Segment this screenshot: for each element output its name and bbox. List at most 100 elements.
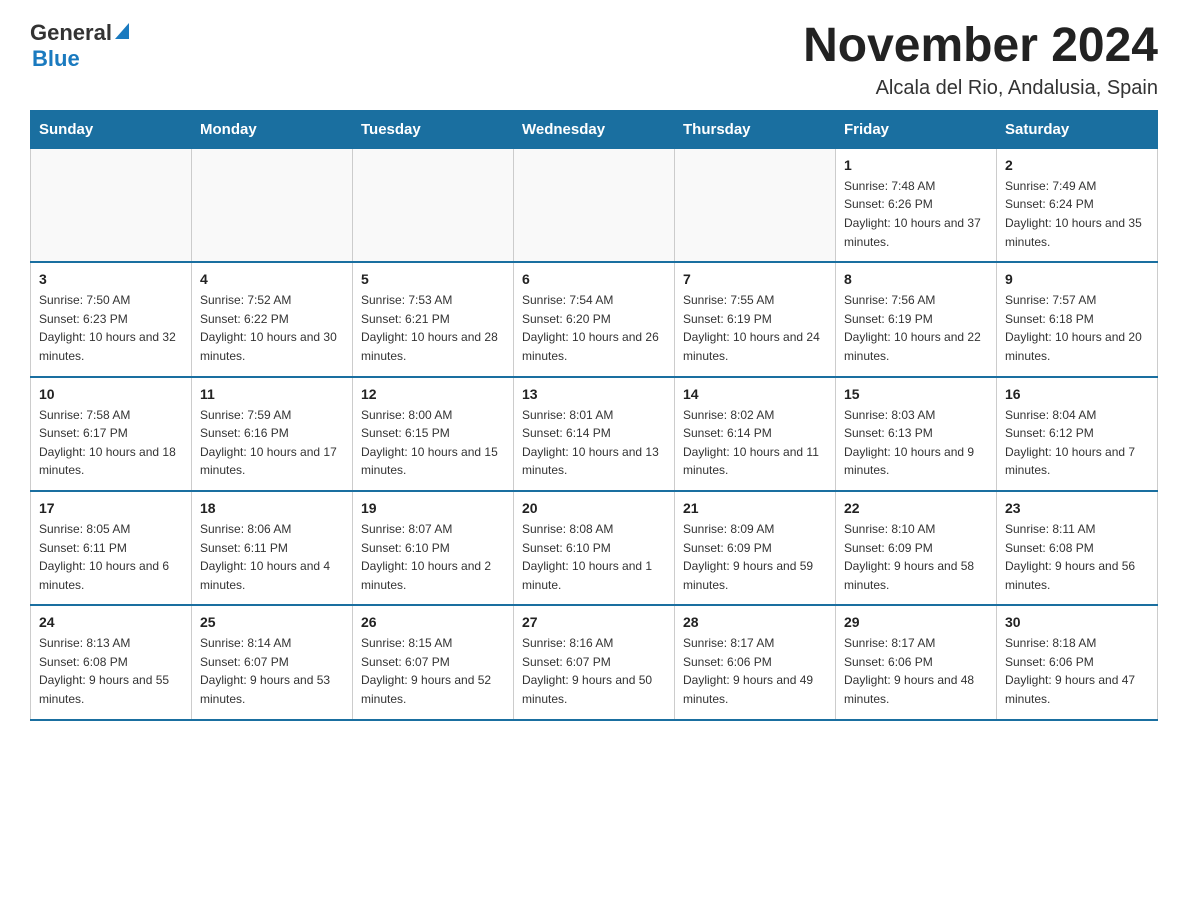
day-number: 29 [844, 614, 988, 630]
day-info: Sunrise: 7:48 AM Sunset: 6:26 PM Dayligh… [844, 177, 988, 251]
calendar-header-sunday: Sunday [31, 110, 192, 148]
calendar-day-cell: 22 Sunrise: 8:10 AM Sunset: 6:09 PM Dayli… [836, 491, 997, 605]
calendar-day-cell: 8 Sunrise: 7:56 AM Sunset: 6:19 PM Daylig… [836, 262, 997, 376]
day-number: 22 [844, 500, 988, 516]
day-info: Sunrise: 8:04 AM Sunset: 6:12 PM Dayligh… [1005, 406, 1149, 480]
calendar-day-cell: 11Sunrise: 7:59 AM Sunset: 6:16 PM Dayli… [192, 377, 353, 491]
day-info: Sunrise: 8:02 AM Sunset: 6:14 PM Dayligh… [683, 406, 827, 480]
day-number: 21 [683, 500, 827, 516]
calendar-header-friday: Friday [836, 110, 997, 148]
calendar-day-cell [31, 148, 192, 262]
day-number: 3 [39, 271, 183, 287]
day-info: Sunrise: 8:15 AM Sunset: 6:07 PM Dayligh… [361, 634, 505, 708]
day-info: Sunrise: 7:50 AM Sunset: 6:23 PM Dayligh… [39, 291, 183, 365]
day-info: Sunrise: 7:54 AM Sunset: 6:20 PM Dayligh… [522, 291, 666, 365]
day-info: Sunrise: 8:05 AM Sunset: 6:11 PM Dayligh… [39, 520, 183, 594]
day-number: 26 [361, 614, 505, 630]
day-info: Sunrise: 7:59 AM Sunset: 6:16 PM Dayligh… [200, 406, 344, 480]
calendar-day-cell: 2Sunrise: 7:49 AM Sunset: 6:24 PM Daylig… [997, 148, 1158, 262]
day-info: Sunrise: 8:14 AM Sunset: 6:07 PM Dayligh… [200, 634, 344, 708]
day-number: 24 [39, 614, 183, 630]
day-info: Sunrise: 7:58 AM Sunset: 6:17 PM Dayligh… [39, 406, 183, 480]
location-text: Alcala del Rio, Andalusia, Spain [803, 77, 1158, 100]
calendar-week-row: 17 Sunrise: 8:05 AM Sunset: 6:11 PM Dayli… [31, 491, 1158, 605]
calendar-day-cell: 13 Sunrise: 8:01 AM Sunset: 6:14 PM Dayli… [514, 377, 675, 491]
day-number: 30 [1005, 614, 1149, 630]
day-info: Sunrise: 8:09 AM Sunset: 6:09 PM Dayligh… [683, 520, 827, 594]
day-number: 2 [1005, 157, 1149, 173]
calendar-header-row: SundayMondayTuesdayWednesdayThursdayFrid… [31, 110, 1158, 148]
day-info: Sunrise: 8:01 AM Sunset: 6:14 PM Dayligh… [522, 406, 666, 480]
day-info: Sunrise: 8:08 AM Sunset: 6:10 PM Dayligh… [522, 520, 666, 594]
calendar-day-cell: 3 Sunrise: 7:50 AM Sunset: 6:23 PM Daylig… [31, 262, 192, 376]
title-section: November 2024 Alcala del Rio, Andalusia,… [803, 20, 1158, 100]
calendar-day-cell [514, 148, 675, 262]
day-number: 9 [1005, 271, 1149, 287]
day-info: Sunrise: 8:18 AM Sunset: 6:06 PM Dayligh… [1005, 634, 1149, 708]
calendar-day-cell [192, 148, 353, 262]
calendar-day-cell: 4Sunrise: 7:52 AM Sunset: 6:22 PM Daylig… [192, 262, 353, 376]
day-number: 7 [683, 271, 827, 287]
calendar-day-cell: 1 Sunrise: 7:48 AM Sunset: 6:26 PM Daylig… [836, 148, 997, 262]
day-info: Sunrise: 8:06 AM Sunset: 6:11 PM Dayligh… [200, 520, 344, 594]
calendar-day-cell [353, 148, 514, 262]
calendar-day-cell: 24Sunrise: 8:13 AM Sunset: 6:08 PM Dayli… [31, 605, 192, 719]
calendar-day-cell: 19 Sunrise: 8:07 AM Sunset: 6:10 PM Dayli… [353, 491, 514, 605]
calendar-day-cell: 7Sunrise: 7:55 AM Sunset: 6:19 PM Daylig… [675, 262, 836, 376]
calendar-week-row: 24Sunrise: 8:13 AM Sunset: 6:08 PM Dayli… [31, 605, 1158, 719]
page-header: General Blue November 2024 Alcala del Ri… [30, 20, 1158, 100]
day-number: 15 [844, 386, 988, 402]
calendar-day-cell: 10 Sunrise: 7:58 AM Sunset: 6:17 PM Dayli… [31, 377, 192, 491]
day-number: 12 [361, 386, 505, 402]
logo-general-text: General [30, 20, 112, 46]
day-number: 20 [522, 500, 666, 516]
calendar-day-cell: 23 Sunrise: 8:11 AM Sunset: 6:08 PM Dayli… [997, 491, 1158, 605]
calendar-week-row: 10 Sunrise: 7:58 AM Sunset: 6:17 PM Dayli… [31, 377, 1158, 491]
calendar-day-cell: 30 Sunrise: 8:18 AM Sunset: 6:06 PM Dayli… [997, 605, 1158, 719]
calendar-day-cell: 15 Sunrise: 8:03 AM Sunset: 6:13 PM Dayli… [836, 377, 997, 491]
calendar-day-cell: 25 Sunrise: 8:14 AM Sunset: 6:07 PM Dayli… [192, 605, 353, 719]
day-info: Sunrise: 7:53 AM Sunset: 6:21 PM Dayligh… [361, 291, 505, 365]
day-info: Sunrise: 8:17 AM Sunset: 6:06 PM Dayligh… [844, 634, 988, 708]
calendar-day-cell: 28 Sunrise: 8:17 AM Sunset: 6:06 PM Dayli… [675, 605, 836, 719]
day-number: 27 [522, 614, 666, 630]
day-number: 23 [1005, 500, 1149, 516]
day-info: Sunrise: 8:03 AM Sunset: 6:13 PM Dayligh… [844, 406, 988, 480]
day-info: Sunrise: 8:11 AM Sunset: 6:08 PM Dayligh… [1005, 520, 1149, 594]
day-info: Sunrise: 7:57 AM Sunset: 6:18 PM Dayligh… [1005, 291, 1149, 365]
day-number: 18 [200, 500, 344, 516]
day-info: Sunrise: 8:10 AM Sunset: 6:09 PM Dayligh… [844, 520, 988, 594]
calendar-day-cell: 14Sunrise: 8:02 AM Sunset: 6:14 PM Dayli… [675, 377, 836, 491]
day-number: 8 [844, 271, 988, 287]
day-info: Sunrise: 7:56 AM Sunset: 6:19 PM Dayligh… [844, 291, 988, 365]
day-number: 25 [200, 614, 344, 630]
day-number: 28 [683, 614, 827, 630]
calendar-day-cell: 6Sunrise: 7:54 AM Sunset: 6:20 PM Daylig… [514, 262, 675, 376]
calendar-day-cell: 20 Sunrise: 8:08 AM Sunset: 6:10 PM Dayli… [514, 491, 675, 605]
day-info: Sunrise: 8:07 AM Sunset: 6:10 PM Dayligh… [361, 520, 505, 594]
calendar-day-cell: 27 Sunrise: 8:16 AM Sunset: 6:07 PM Dayli… [514, 605, 675, 719]
day-number: 4 [200, 271, 344, 287]
day-info: Sunrise: 8:00 AM Sunset: 6:15 PM Dayligh… [361, 406, 505, 480]
calendar-week-row: 1 Sunrise: 7:48 AM Sunset: 6:26 PM Daylig… [31, 148, 1158, 262]
day-info: Sunrise: 8:17 AM Sunset: 6:06 PM Dayligh… [683, 634, 827, 708]
logo: General Blue [30, 20, 129, 72]
calendar-header-tuesday: Tuesday [353, 110, 514, 148]
day-number: 1 [844, 157, 988, 173]
calendar-day-cell [675, 148, 836, 262]
day-number: 10 [39, 386, 183, 402]
calendar-header-monday: Monday [192, 110, 353, 148]
day-number: 17 [39, 500, 183, 516]
calendar-day-cell: 26 Sunrise: 8:15 AM Sunset: 6:07 PM Dayli… [353, 605, 514, 719]
month-title: November 2024 [803, 20, 1158, 73]
calendar-header-thursday: Thursday [675, 110, 836, 148]
calendar-day-cell: 5Sunrise: 7:53 AM Sunset: 6:21 PM Daylig… [353, 262, 514, 376]
calendar-day-cell: 12 Sunrise: 8:00 AM Sunset: 6:15 PM Dayli… [353, 377, 514, 491]
day-number: 19 [361, 500, 505, 516]
calendar-day-cell: 29 Sunrise: 8:17 AM Sunset: 6:06 PM Dayli… [836, 605, 997, 719]
day-number: 13 [522, 386, 666, 402]
calendar-day-cell: 18 Sunrise: 8:06 AM Sunset: 6:11 PM Dayli… [192, 491, 353, 605]
day-number: 16 [1005, 386, 1149, 402]
logo-blue-text: Blue [32, 46, 80, 72]
day-info: Sunrise: 8:16 AM Sunset: 6:07 PM Dayligh… [522, 634, 666, 708]
